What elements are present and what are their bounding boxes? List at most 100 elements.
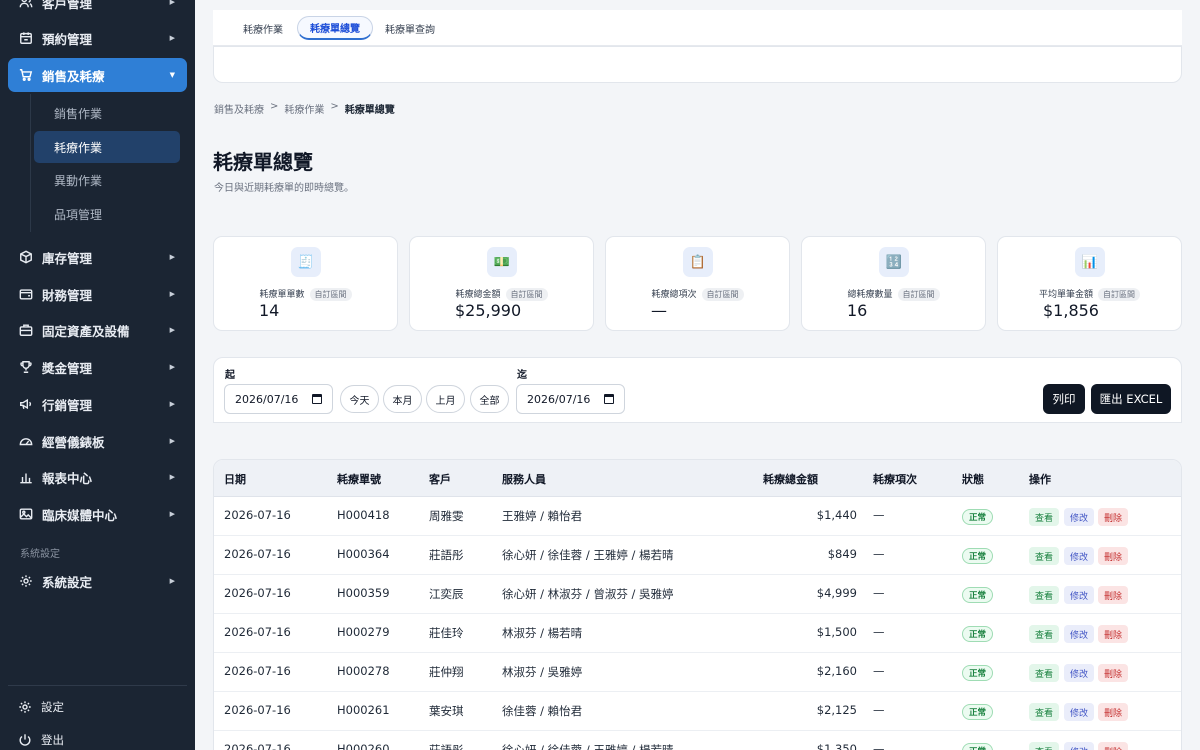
page-subtitle: 今日與近期耗療單的即時總覽。 bbox=[214, 183, 354, 194]
cell-staff: 王雅婷 / 賴怡君 bbox=[502, 509, 583, 523]
sidebar-item-inventory[interactable]: 庫存管理 ▶ bbox=[8, 240, 187, 274]
numbers-icon: 🔢 bbox=[879, 247, 909, 277]
breadcrumb-item[interactable]: 耗療作業 bbox=[284, 101, 324, 116]
sidebar-item-media[interactable]: 臨床媒體中心 ▶ bbox=[8, 497, 187, 531]
tab-treatment-ops[interactable]: 耗療作業 bbox=[231, 16, 295, 40]
column-header-status[interactable]: 狀態 bbox=[962, 471, 984, 487]
sidebar-item-bonus[interactable]: 獎金管理 ▶ bbox=[8, 350, 187, 384]
chevron-right-icon: ▶ bbox=[169, 290, 175, 298]
edit-button[interactable]: 修改 bbox=[1064, 547, 1095, 565]
stat-value: — bbox=[651, 301, 667, 320]
cell-number: H000261 bbox=[337, 703, 390, 717]
status-badge: 正常 bbox=[962, 704, 994, 720]
tab-treatment-query[interactable]: 耗療單查詢 bbox=[373, 16, 447, 40]
cell-staff: 徐心妍 / 林淑芬 / 曾淑芬 / 吳雅婷 bbox=[502, 587, 674, 601]
view-button[interactable]: 查看 bbox=[1029, 703, 1060, 721]
logout-label: 登出 bbox=[41, 733, 64, 747]
cell-amount: $4,999 bbox=[816, 586, 857, 600]
edit-button[interactable]: 修改 bbox=[1064, 664, 1095, 682]
briefcase-icon bbox=[18, 322, 34, 338]
view-button[interactable]: 查看 bbox=[1029, 664, 1060, 682]
sidebar-item-dashboard[interactable]: 經營儀錶板 ▶ bbox=[8, 424, 187, 458]
gear-icon bbox=[18, 573, 34, 589]
column-header-amount[interactable]: 耗療總金額 bbox=[763, 471, 818, 487]
view-button[interactable]: 查看 bbox=[1029, 547, 1060, 565]
sidebar-item-label: 行銷管理 bbox=[42, 397, 93, 413]
breadcrumb-separator: > bbox=[270, 101, 279, 112]
cell-customer: 莊仲翔 bbox=[429, 665, 464, 679]
breadcrumb-item[interactable]: 銷售及耗療 bbox=[214, 101, 264, 116]
power-icon bbox=[19, 734, 31, 746]
settings-button[interactable]: 設定 bbox=[18, 695, 64, 719]
cell-customer: 江奕辰 bbox=[429, 587, 464, 601]
status-badge: 正常 bbox=[962, 626, 994, 642]
table-header: 日期 耗療單號 客戶 服務人員 耗療總金額 耗療項次 狀態 操作 bbox=[214, 460, 1181, 497]
delete-button[interactable]: 刪除 bbox=[1098, 664, 1129, 682]
cell-amount: $2,160 bbox=[816, 664, 857, 678]
to-date-input[interactable]: 2026/07/16 bbox=[516, 384, 625, 414]
edit-button[interactable]: 修改 bbox=[1064, 625, 1095, 643]
status-badge: 正常 bbox=[962, 587, 994, 603]
quick-this-month-button[interactable]: 本月 bbox=[383, 385, 422, 413]
sidebar-subitem-treatment-ops[interactable]: 耗療作業 bbox=[34, 131, 180, 163]
sidebar-subitem-products[interactable]: 品項管理 bbox=[34, 198, 180, 230]
column-header-items[interactable]: 耗療項次 bbox=[873, 471, 917, 487]
cell-staff: 林淑芬 / 吳雅婷 bbox=[502, 665, 583, 679]
view-button[interactable]: 查看 bbox=[1029, 586, 1060, 604]
sidebar-item-sales[interactable]: 銷售及耗療 ▼ bbox=[8, 58, 187, 92]
column-header-customer[interactable]: 客戶 bbox=[429, 471, 451, 487]
settings-label: 設定 bbox=[41, 700, 64, 714]
to-date-label: 迄 bbox=[517, 370, 527, 381]
wallet-icon bbox=[18, 286, 34, 302]
export-excel-button[interactable]: 匯出 EXCEL bbox=[1091, 384, 1171, 414]
delete-button[interactable]: 刪除 bbox=[1098, 703, 1129, 721]
sidebar-subitem-sales-ops[interactable]: 銷售作業 bbox=[34, 97, 180, 129]
edit-button[interactable]: 修改 bbox=[1064, 742, 1095, 750]
delete-button[interactable]: 刪除 bbox=[1098, 742, 1129, 750]
delete-button[interactable]: 刪除 bbox=[1098, 508, 1129, 526]
quick-today-button[interactable]: 今天 bbox=[340, 385, 379, 413]
cell-items: — bbox=[873, 742, 885, 750]
from-date-input[interactable]: 2026/07/16 bbox=[224, 384, 333, 414]
logout-button[interactable]: 登出 bbox=[18, 728, 64, 750]
edit-button[interactable]: 修改 bbox=[1064, 586, 1095, 604]
column-header-date[interactable]: 日期 bbox=[224, 471, 246, 487]
cell-number: H000278 bbox=[337, 664, 390, 678]
sidebar-item-reports[interactable]: 報表中心 ▶ bbox=[8, 460, 187, 494]
view-button[interactable]: 查看 bbox=[1029, 742, 1060, 750]
sidebar-item-assets[interactable]: 固定資產及設備 ▶ bbox=[8, 313, 187, 347]
tab-content-panel bbox=[213, 46, 1182, 83]
cell-number: H000359 bbox=[337, 586, 390, 600]
cell-items: — bbox=[873, 508, 885, 522]
sidebar-item-appointments[interactable]: 預約管理 ▶ bbox=[8, 21, 187, 55]
quick-all-button[interactable]: 全部 bbox=[470, 385, 509, 413]
column-header-staff[interactable]: 服務人員 bbox=[502, 471, 546, 487]
stat-card-amount: 💵 耗療總金額 自訂區間 $25,990 bbox=[409, 236, 594, 331]
delete-button[interactable]: 刪除 bbox=[1098, 625, 1129, 643]
receipt-icon: 🧾 bbox=[291, 247, 321, 277]
quick-last-month-button[interactable]: 上月 bbox=[426, 385, 465, 413]
sidebar-subitem-changes[interactable]: 異動作業 bbox=[34, 164, 180, 196]
view-button[interactable]: 查看 bbox=[1029, 508, 1060, 526]
edit-button[interactable]: 修改 bbox=[1064, 703, 1095, 721]
delete-button[interactable]: 刪除 bbox=[1098, 586, 1129, 604]
column-header-number[interactable]: 耗療單號 bbox=[337, 471, 381, 487]
edit-button[interactable]: 修改 bbox=[1064, 508, 1095, 526]
calendar-icon[interactable] bbox=[604, 394, 614, 404]
breadcrumb: 銷售及耗療 > 耗療作業 > 耗療單總覽 bbox=[214, 101, 395, 116]
cell-items: — bbox=[873, 547, 885, 561]
tab-treatment-overview[interactable]: 耗療單總覽 bbox=[297, 16, 373, 40]
gear-icon bbox=[19, 701, 31, 713]
delete-button[interactable]: 刪除 bbox=[1098, 547, 1129, 565]
breadcrumb-separator: > bbox=[330, 101, 339, 112]
stat-tag: 自訂區間 bbox=[897, 288, 940, 301]
view-button[interactable]: 查看 bbox=[1029, 625, 1060, 643]
cell-number: H000279 bbox=[337, 625, 390, 639]
sidebar-item-customers[interactable]: 客戶管理 ▶ bbox=[8, 0, 187, 19]
sidebar-item-marketing[interactable]: 行銷管理 ▶ bbox=[8, 387, 187, 421]
calendar-icon[interactable] bbox=[312, 394, 322, 404]
sidebar-item-finance[interactable]: 財務管理 ▶ bbox=[8, 277, 187, 311]
sidebar-item-system-settings[interactable]: 系統設定 ▶ bbox=[8, 564, 187, 598]
cell-date: 2026-07-16 bbox=[224, 547, 291, 561]
print-button[interactable]: 列印 bbox=[1043, 384, 1085, 414]
